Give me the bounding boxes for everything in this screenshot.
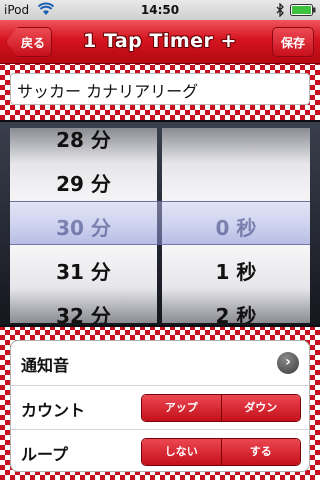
chevron-right-icon[interactable]: › xyxy=(277,352,299,374)
count-row: カウント アップ ダウン xyxy=(11,385,309,429)
loop-on-segment[interactable]: する xyxy=(220,439,300,465)
minute-option[interactable]: 31 分 xyxy=(10,250,157,294)
sound-label: 通知音 xyxy=(21,356,70,375)
minute-option-selected[interactable]: 30 分 xyxy=(10,206,157,250)
minute-option[interactable]: 32 分 xyxy=(10,294,157,323)
count-segmented-control: アップ ダウン xyxy=(141,394,301,422)
clock: 14:50 xyxy=(140,3,180,17)
second-option[interactable]: 1 秒 xyxy=(162,250,310,294)
loop-segmented-control: しない する xyxy=(141,438,301,466)
status-bar: iPod 14:50 xyxy=(0,0,320,20)
loop-off-segment[interactable]: しない xyxy=(142,439,221,465)
timer-name-input[interactable]: サッカー カナリアリーグ xyxy=(10,73,310,105)
second-option[interactable]: 2 秒 xyxy=(162,294,310,323)
minutes-wheel[interactable]: 28 分 29 分 30 分 31 分 32 分 xyxy=(10,128,157,323)
second-option-selected[interactable]: 0 秒 xyxy=(162,206,310,250)
bluetooth-icon xyxy=(276,3,284,17)
loop-row: ループ しない する xyxy=(11,429,309,471)
back-button[interactable]: 戻る xyxy=(6,27,52,57)
count-up-segment[interactable]: アップ xyxy=(142,395,221,421)
seconds-wheel[interactable]: 0 秒 1 秒 2 秒 xyxy=(162,128,310,323)
count-down-segment[interactable]: ダウン xyxy=(220,395,300,421)
navigation-bar: 戻る 1 Tap Timer + 保存 xyxy=(0,20,320,64)
time-picker: 28 分 29 分 30 分 31 分 32 分 0 秒 1 秒 2 秒 xyxy=(0,120,320,327)
settings-panel: 通知音 › カウント アップ ダウン ループ しない する xyxy=(10,340,310,472)
loop-label: ループ xyxy=(21,445,69,464)
sound-row[interactable]: 通知音 › xyxy=(11,341,309,385)
app-title: 1 Tap Timer + xyxy=(83,30,237,52)
save-button[interactable]: 保存 xyxy=(272,27,314,57)
count-label: カウント xyxy=(21,401,86,420)
minute-option[interactable]: 29 分 xyxy=(10,162,157,206)
battery-icon xyxy=(290,4,316,16)
minute-option[interactable]: 28 分 xyxy=(10,128,157,162)
